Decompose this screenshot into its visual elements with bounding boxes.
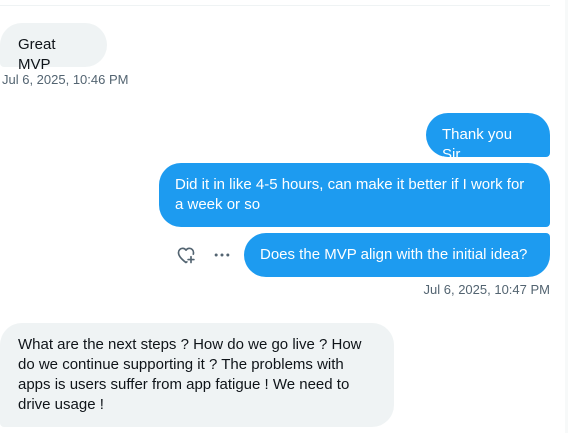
message-timestamp: Jul 6, 2025, 10:46 PM [2,72,129,87]
message-text: Great MVP [18,36,56,73]
heart-plus-icon[interactable] [174,243,198,267]
message-text: Did it in like 4-5 hours, can make it be… [175,176,525,213]
top-divider [0,5,550,6]
message-bubble-outgoing[interactable]: Thank you Sir [426,113,550,163]
message-timestamp: Jul 6, 2025, 10:47 PM [423,282,550,297]
message-bubble-incoming[interactable]: Great MVP [0,23,107,73]
more-horizontal-icon[interactable] [210,243,234,267]
dm-conversation: Great MVP Jul 6, 2025, 10:46 PM Thank yo… [0,0,568,433]
message-text: Does the MVP align with the initial idea… [260,246,528,263]
message-bubble-outgoing[interactable]: Did it in like 4-5 hours, can make it be… [159,163,550,227]
message-text: Thank you Sir [442,126,513,163]
message-bubble-outgoing[interactable]: Does the MVP align with the initial idea… [244,233,550,277]
message-text: What are the next steps ? How do we go l… [18,336,362,413]
message-bubble-incoming[interactable]: What are the next steps ? How do we go l… [0,323,394,427]
